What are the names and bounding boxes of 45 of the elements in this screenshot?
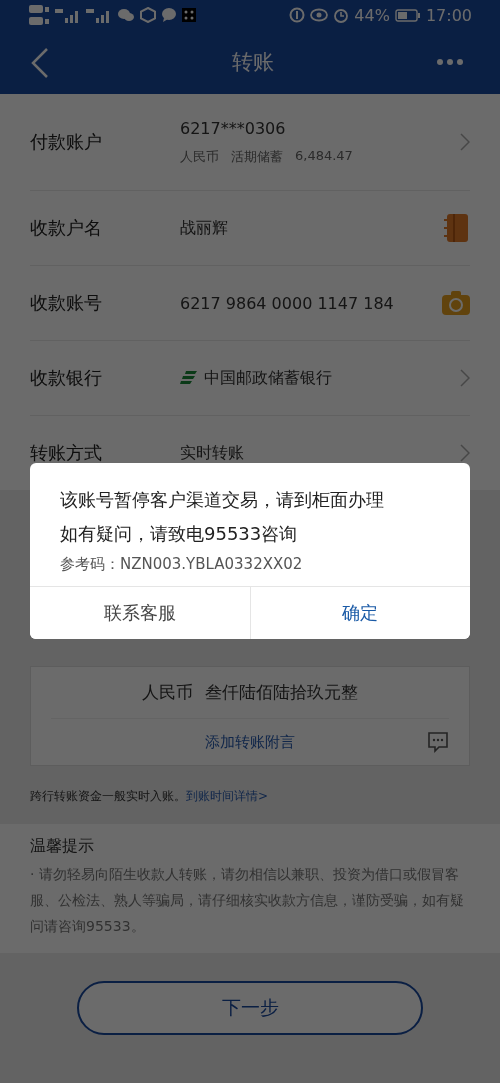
message-icon (161, 7, 177, 23)
chevron-icon[interactable] (460, 133, 470, 151)
field-label: 付款账户 (30, 130, 103, 154)
add-note-link[interactable]: 添加转账附言 (205, 732, 295, 752)
address-book-icon[interactable] (444, 213, 470, 243)
amount-in-words: 叁仟陆佰陆拾玖元整 (205, 681, 358, 704)
clock-time: 17:00 (425, 5, 472, 25)
field-value: 实时转账 (180, 442, 244, 464)
confirm-button[interactable]: 确定 (249, 587, 470, 639)
field-label: 收款户名 (30, 216, 103, 240)
field-label: 转账方式 (30, 441, 103, 465)
dialog-message: 如有疑问，请致电95533咨询 (60, 522, 299, 546)
bank-logo-icon (180, 369, 198, 387)
field-value: 6217***0306 (180, 118, 286, 138)
comment-icon[interactable] (427, 731, 449, 753)
account-detail: 6,484.47 (295, 147, 353, 165)
back-icon[interactable] (30, 47, 50, 79)
amount-in-words: 人民币 (142, 681, 193, 704)
signal-icon (55, 7, 81, 23)
field-label: 收款银行 (30, 366, 103, 390)
arrival-note: 跨行转账资金一般实时入账。到账时间详情> (30, 788, 270, 805)
account-detail: 人民币 (180, 147, 219, 166)
dialog-message: 该账号暂停客户渠道交易，请到柜面办理 (60, 488, 385, 512)
chevron-icon[interactable] (460, 369, 470, 387)
battery-percent: 44% (354, 5, 390, 25)
field-value: 6217 9864 0000 1147 184 (180, 293, 394, 313)
tips-title: 温馨提示 (30, 836, 94, 855)
field-label: 收款账号 (30, 291, 103, 315)
account-detail: 活期储蓄 (231, 147, 283, 166)
signal-icon (86, 7, 112, 23)
chat-icon (117, 7, 135, 23)
camera-icon[interactable] (442, 291, 470, 315)
battery-icon (394, 8, 421, 22)
hexagon-icon (140, 7, 156, 23)
more-icon[interactable] (436, 58, 464, 66)
chevron-icon[interactable] (460, 444, 470, 462)
field-value: 战丽辉 (180, 217, 228, 239)
reference-code: 参考码：NZN003.YBLA0332XX02 (60, 555, 304, 574)
field-value: 中国邮政储蓄银行 (204, 367, 332, 389)
next-button[interactable]: 下一步 (77, 981, 423, 1035)
eye-icon (310, 8, 329, 22)
arrival-time-link[interactable]: 到账时间详情> (186, 789, 269, 803)
app-icon (182, 8, 196, 22)
page-title: 转账 (232, 49, 274, 76)
alarm-icon (333, 7, 350, 23)
